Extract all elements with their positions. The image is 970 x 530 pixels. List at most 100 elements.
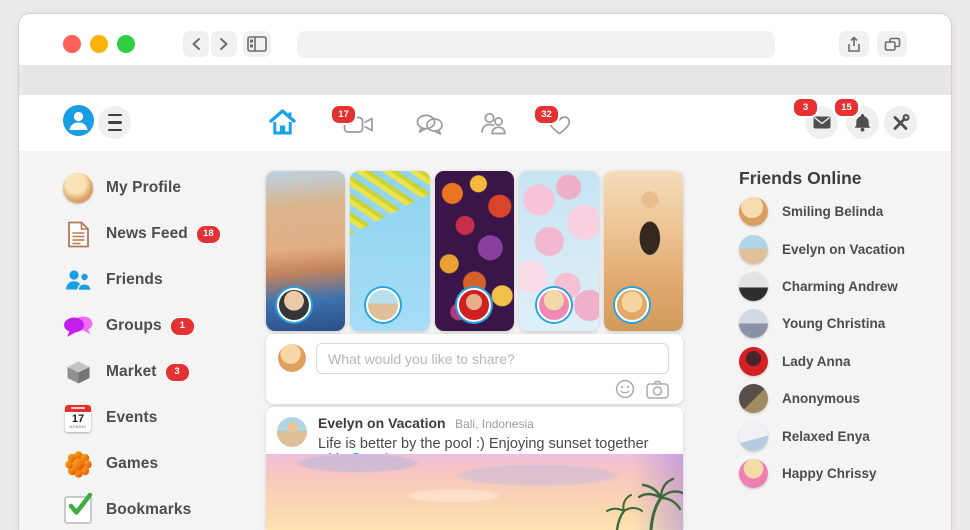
friend-row-anonymous[interactable]: Anonymous — [733, 380, 952, 417]
post-author-name[interactable]: Evelyn on Vacation — [318, 415, 446, 431]
friend-name: Anonymous — [782, 391, 860, 406]
calendar-icon: 17 MONDAY — [65, 405, 91, 432]
share-box — [266, 334, 683, 404]
notifications-button[interactable]: 15 — [846, 106, 879, 139]
sidebar-item-market[interactable]: Market 3 — [19, 349, 263, 395]
home-icon — [268, 108, 297, 135]
nav-video[interactable]: 17 — [343, 113, 374, 136]
browser-toolbar — [19, 14, 951, 65]
news-feed-document-icon — [67, 221, 90, 248]
friends-online-panel: Friends Online Smiling Belinda Evelyn on… — [733, 151, 952, 530]
sidebar-item-my-profile[interactable]: My Profile — [19, 165, 263, 211]
mail-icon — [813, 116, 831, 129]
sidebar-item-label: News Feed — [106, 225, 188, 243]
story-card-couple-selfie[interactable] — [266, 171, 345, 331]
sidebar-item-label: Market — [106, 363, 157, 381]
app-header: 17 32 — [19, 95, 951, 151]
sidebar-item-label: My Profile — [106, 179, 181, 197]
friend-row-relaxed-enya[interactable]: Relaxed Enya — [733, 417, 952, 454]
share-button[interactable] — [839, 31, 869, 57]
forward-chevron-icon — [218, 37, 230, 51]
tools-icon — [891, 113, 910, 132]
friend-avatar — [739, 422, 768, 451]
story-avatar — [537, 288, 571, 322]
browser-window: 17 32 — [18, 13, 952, 530]
post-author-avatar[interactable] — [277, 417, 307, 447]
friend-name: Lady Anna — [782, 354, 851, 369]
friend-row-evelyn-on-vacation[interactable]: Evelyn on Vacation — [733, 230, 952, 267]
back-button[interactable] — [183, 31, 209, 57]
sidebar-item-groups[interactable]: Groups 1 — [19, 303, 263, 349]
sidebar-item-bookmarks[interactable]: Bookmarks — [19, 487, 263, 530]
video-badge: 17 — [330, 104, 357, 125]
story-card-bokeh-lights[interactable] — [435, 171, 514, 331]
story-card-beach-workout[interactable] — [604, 171, 683, 331]
friend-name: Young Christina — [782, 316, 885, 331]
story-avatar — [366, 288, 400, 322]
forward-button[interactable] — [211, 31, 237, 57]
sidebar-item-friends[interactable]: Friends — [19, 257, 263, 303]
post-photo-sunset[interactable] — [266, 454, 683, 530]
friend-row-charming-andrew[interactable]: Charming Andrew — [733, 268, 952, 305]
friend-avatar — [739, 347, 768, 376]
calendar-weekday: MONDAY — [65, 425, 91, 429]
friend-avatar — [739, 272, 768, 301]
menu-button[interactable] — [98, 106, 131, 139]
profile-avatar-button[interactable] — [63, 105, 94, 136]
friend-row-lady-anna[interactable]: Lady Anna — [733, 343, 952, 380]
feed-post: Evelyn on Vacation Bali, Indonesia Life … — [266, 407, 683, 530]
nav-home[interactable] — [268, 108, 297, 135]
friend-avatar — [739, 309, 768, 338]
address-bar[interactable] — [297, 31, 775, 58]
sidebar-item-games[interactable]: Games — [19, 441, 263, 487]
calendar-day: 17 — [65, 413, 91, 425]
market-badge: 3 — [165, 363, 190, 382]
sidebar-toggle-icon — [247, 36, 267, 52]
share-input[interactable] — [316, 343, 669, 374]
smiley-icon[interactable] — [615, 379, 635, 399]
nav-likes[interactable]: 32 — [546, 113, 573, 136]
friend-row-smiling-belinda[interactable]: Smiling Belinda — [733, 193, 952, 230]
story-card-cherry-blossom[interactable] — [519, 171, 598, 331]
friend-name: Evelyn on Vacation — [782, 242, 905, 257]
story-avatar — [457, 288, 491, 322]
sidebar-item-label: Groups — [106, 317, 162, 335]
nav-friends[interactable] — [480, 112, 507, 135]
friend-name: Charming Andrew — [782, 279, 898, 294]
friend-avatar — [739, 197, 768, 226]
settings-button[interactable] — [884, 106, 917, 139]
friend-name: Smiling Belinda — [782, 204, 883, 219]
groups-bubbles-icon — [63, 314, 94, 339]
market-cube-icon — [65, 359, 92, 386]
close-window-button[interactable] — [63, 35, 81, 53]
sidebar: My Profile News Feed 18 — [19, 151, 263, 530]
stories-row — [266, 171, 683, 331]
camera-icon[interactable] — [646, 380, 669, 399]
profile-photo-icon — [63, 173, 93, 203]
zoom-window-button[interactable] — [117, 35, 135, 53]
share-box-avatar — [278, 344, 306, 372]
back-chevron-icon — [190, 37, 202, 51]
feed-column: Evelyn on Vacation Bali, Indonesia Life … — [266, 151, 683, 530]
friend-avatar — [739, 235, 768, 264]
sidebar-item-news-feed[interactable]: News Feed 18 — [19, 211, 263, 257]
sidebar-item-label: Bookmarks — [106, 501, 191, 519]
tab-overview-button[interactable] — [877, 31, 907, 57]
palm-leaf-graphic — [350, 171, 429, 289]
minimize-window-button[interactable] — [90, 35, 108, 53]
hamburger-icon — [108, 114, 122, 117]
share-upload-icon — [847, 36, 861, 53]
friend-name: Relaxed Enya — [782, 429, 870, 444]
story-card-palm-leaf[interactable] — [350, 171, 429, 331]
friend-row-young-christina[interactable]: Young Christina — [733, 305, 952, 342]
friend-row-happy-chrissy[interactable]: Happy Chrissy — [733, 455, 952, 492]
sidebar-item-events[interactable]: 17 MONDAY Events — [19, 395, 263, 441]
sidebar-item-label: Events — [106, 409, 157, 427]
post-location: Bali, Indonesia — [455, 417, 534, 431]
messages-badge: 3 — [792, 97, 819, 118]
friend-avatar — [739, 384, 768, 413]
nav-chat[interactable] — [415, 113, 444, 136]
page-background-band — [19, 65, 951, 95]
sidebar-toggle-button[interactable] — [243, 31, 271, 57]
chat-bubbles-icon — [415, 113, 444, 136]
